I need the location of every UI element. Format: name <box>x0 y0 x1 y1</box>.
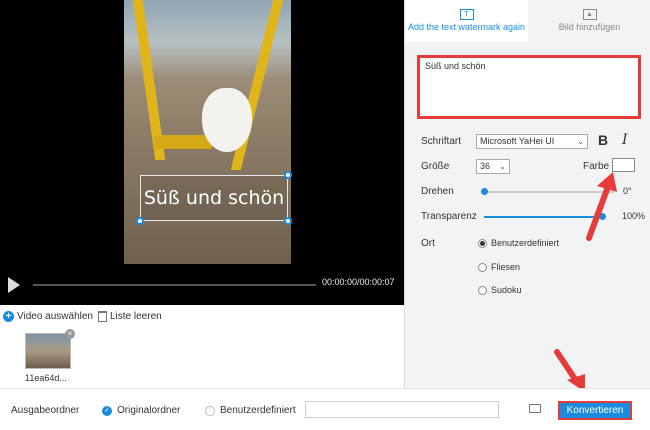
position-option-tile[interactable]: Fliesen <box>478 262 520 272</box>
position-option-label: Fliesen <box>491 262 521 272</box>
clear-list-button[interactable]: Liste leeren <box>98 311 162 322</box>
position-option-custom[interactable]: Benutzerdefiniert <box>478 238 559 248</box>
red-arrow-annotation-icon <box>586 172 617 241</box>
italic-button[interactable]: I <box>622 132 628 148</box>
watermark-overlay[interactable]: Süß und schön <box>136 171 292 225</box>
remove-video-icon[interactable]: × <box>65 329 75 339</box>
size-select[interactable]: 36 ⌄ <box>476 159 510 174</box>
custom-folder-label: Benutzerdefiniert <box>220 405 296 416</box>
add-video-button[interactable]: + Video auswählen <box>3 311 93 322</box>
radio-icon <box>205 405 215 416</box>
font-select[interactable]: Microsoft YaHei UI ⌄ <box>476 134 588 149</box>
chevron-down-icon: ⌄ <box>577 137 584 146</box>
checkmark-circle-icon: ✓ <box>102 405 112 416</box>
custom-folder-option[interactable]: Benutzerdefiniert <box>205 405 296 416</box>
rotate-label: Drehen <box>421 186 454 197</box>
thumbnail-label: 11ea64d... <box>25 373 67 383</box>
tab-add-image[interactable]: ▲ Bild hinzufügen <box>528 0 650 42</box>
time-display: 00:00:00/00:00:07 <box>322 277 395 287</box>
opacity-value: 100% <box>622 211 646 221</box>
video-frame <box>124 0 291 264</box>
trash-icon <box>98 311 107 322</box>
clear-list-label: Liste leeren <box>110 311 162 322</box>
white-bird <box>202 88 252 152</box>
position-label: Ort <box>421 238 435 249</box>
opacity-label: Transparenz <box>421 211 477 222</box>
output-path-input[interactable] <box>305 401 499 418</box>
output-folder-label: Ausgabeordner <box>11 405 80 416</box>
file-toolbar: + Video auswählen Liste leeren <box>0 311 404 327</box>
position-option-label: Sudoku <box>491 285 522 295</box>
tab-add-image-label: Bild hinzufügen <box>558 22 621 32</box>
player-control-bar: 00:00:00/00:00:07 <box>0 265 404 305</box>
position-option-label: Benutzerdefiniert <box>491 238 560 248</box>
convert-button[interactable]: Konvertieren <box>558 401 632 420</box>
rotate-slider-knob[interactable] <box>480 188 488 195</box>
font-select-value: Microsoft YaHei UI <box>480 136 555 146</box>
rotate-value: 0° <box>623 186 632 196</box>
radio-selected-icon <box>478 238 487 248</box>
image-icon: ▲ <box>582 9 597 20</box>
watermark-settings-panel: T Add the text watermark again ▲ Bild hi… <box>404 0 650 392</box>
resize-handle-top-right[interactable] <box>284 171 292 179</box>
radio-icon <box>478 262 487 272</box>
original-folder-option[interactable]: ✓ Originalordner <box>102 405 180 416</box>
play-icon[interactable] <box>8 277 20 293</box>
original-folder-label: Originalordner <box>117 405 181 416</box>
progress-track[interactable] <box>33 284 316 286</box>
bold-button[interactable]: B <box>598 132 608 148</box>
video-thumbnail[interactable]: × <box>25 329 75 369</box>
chevron-down-icon: ⌄ <box>499 162 506 171</box>
size-label: Größe <box>421 161 450 172</box>
position-option-sudoku[interactable]: Sudoku <box>478 285 522 295</box>
folder-icon[interactable] <box>529 404 541 413</box>
tab-text-watermark-label: Add the text watermark again <box>407 22 526 32</box>
watermark-text-input[interactable]: Süß und schön <box>417 55 641 119</box>
text-watermark-icon: T <box>459 9 474 20</box>
resize-handle-bottom-left[interactable] <box>136 217 144 225</box>
resize-handle-bottom-right[interactable] <box>284 217 292 225</box>
tab-text-watermark[interactable]: T Add the text watermark again <box>405 0 528 42</box>
video-preview-area: Süß und schön <box>0 0 404 305</box>
radio-icon <box>478 285 487 295</box>
watermark-overlay-text: Süß und schön <box>143 187 285 209</box>
plus-circle-icon: + <box>3 311 14 322</box>
size-select-value: 36 <box>480 161 491 171</box>
add-video-label: Video auswählen <box>17 311 93 322</box>
font-label: Schriftart <box>421 136 462 147</box>
tab-bar: T Add the text watermark again ▲ Bild hi… <box>405 0 650 42</box>
swing-seat <box>154 135 212 149</box>
output-bar: Ausgabeordner ✓ Originalordner Benutzerd… <box>0 388 650 430</box>
